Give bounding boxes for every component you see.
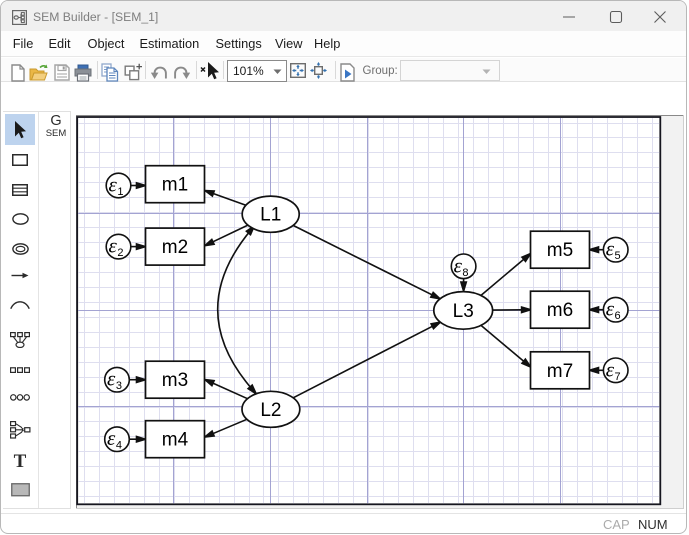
svg-text:T: T <box>14 452 27 470</box>
svg-text:m2: m2 <box>162 237 188 258</box>
svg-text:m1: m1 <box>162 175 188 196</box>
svg-text:m6: m6 <box>547 300 573 321</box>
svg-text:L1: L1 <box>260 205 281 226</box>
svg-text:m7: m7 <box>547 361 573 382</box>
svg-text:L2: L2 <box>260 400 281 421</box>
svg-text:L3: L3 <box>453 301 474 322</box>
svg-text:m5: m5 <box>547 240 573 261</box>
svg-text:m3: m3 <box>162 370 188 391</box>
svg-text:m4: m4 <box>162 430 189 451</box>
